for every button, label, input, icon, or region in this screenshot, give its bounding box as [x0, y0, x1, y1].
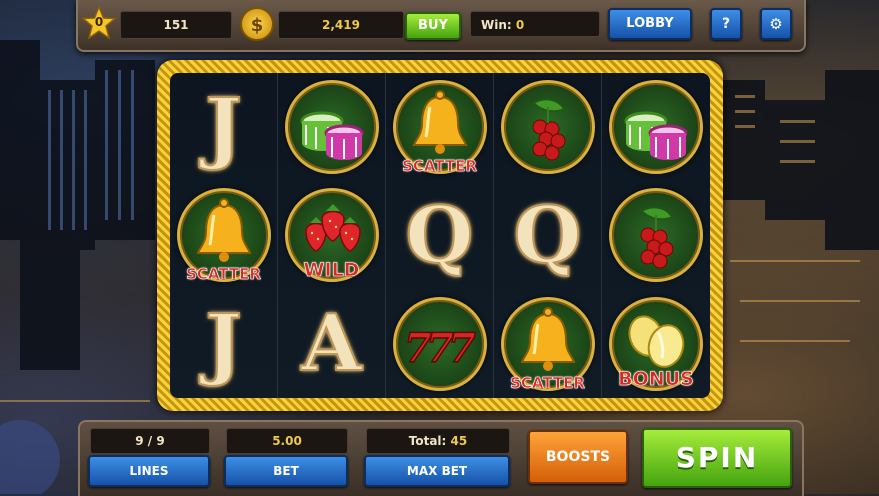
total-field: Total: 45 — [366, 428, 510, 454]
reel-cell: 777 — [386, 289, 494, 398]
boosts-button[interactable]: BOOSTS — [528, 430, 628, 484]
scatter-label: SCATTER — [402, 157, 477, 176]
max-bet-label: MAX BET — [406, 464, 468, 478]
letter-j-symbol: J — [204, 297, 243, 390]
sevens-symbol: 777 — [392, 296, 487, 391]
reel-cell: SCATTER — [386, 73, 494, 182]
reel-cell — [602, 73, 710, 181]
reel-cell: Q — [494, 181, 602, 290]
bet-button[interactable]: BET — [224, 455, 348, 487]
reel-cell: BONUS — [602, 290, 710, 398]
lobby-label: LOBBY — [626, 16, 674, 31]
stars-value: 151 — [163, 18, 189, 32]
top-bar: 0 151 $ 2,419 BUY Win: 0 LOBBY ? ⚙ — [76, 0, 806, 52]
strawberries-wild-symbol: WILD — [284, 188, 379, 283]
scatter-label: SCATTER — [186, 265, 261, 284]
lines-button[interactable]: LINES — [88, 455, 210, 487]
total-label: Total: — [408, 434, 447, 448]
cherries-symbol — [500, 80, 595, 175]
reel-cell — [278, 73, 386, 182]
letter-j-symbol: J — [204, 81, 243, 174]
spin-label: SPIN — [675, 441, 759, 474]
win-value: 0 — [515, 18, 525, 32]
bet-label: BET — [273, 464, 299, 478]
level-value: 0 — [94, 15, 104, 29]
lines-field: 9 / 9 — [90, 428, 210, 454]
lemons-bonus-symbol: BONUS — [609, 296, 703, 391]
total-value: 45 — [450, 434, 468, 448]
level-star-icon: 0 — [81, 5, 117, 40]
bell-scatter-symbol: SCATTER — [392, 80, 487, 175]
stars-field: 151 — [120, 11, 232, 39]
reel-cell: Q — [386, 181, 494, 290]
chips-symbol — [284, 80, 379, 175]
reel-cell: SCATTER — [494, 289, 602, 398]
boosts-label: BOOSTS — [545, 449, 611, 465]
svg-text:7: 7 — [448, 325, 476, 372]
scatter-label: SCATTER — [510, 373, 585, 393]
letter-q-symbol: Q — [513, 189, 583, 282]
letter-q-symbol: Q — [405, 189, 475, 282]
cherries-symbol — [609, 188, 703, 283]
reel-cell — [602, 181, 710, 289]
settings-button[interactable]: ⚙ — [760, 8, 792, 40]
lines-label: LINES — [129, 464, 169, 478]
bet-field: 5.00 — [226, 428, 348, 454]
bell-scatter-symbol: SCATTER — [500, 296, 595, 392]
lobby-button[interactable]: LOBBY — [608, 8, 692, 40]
reels-grid: J SCATTER SCATTER WILD Q Q J A 7 7 7 SCA… — [170, 73, 710, 398]
reel-cell — [494, 73, 602, 182]
bonus-label: BONUS — [618, 367, 694, 391]
win-label: Win: — [481, 18, 512, 32]
reel-cell: WILD — [278, 181, 386, 290]
lines-value: 9 / 9 — [135, 434, 165, 448]
chips-symbol — [609, 80, 703, 175]
help-button[interactable]: ? — [710, 8, 742, 40]
bet-value: 5.00 — [272, 434, 302, 448]
bell-scatter-symbol: SCATTER — [176, 188, 271, 284]
coins-field: 2,419 — [278, 11, 404, 39]
buy-button[interactable]: BUY — [405, 12, 461, 40]
reel-cell: SCATTER — [170, 181, 278, 290]
reel-cell: J — [170, 73, 278, 182]
buy-label: BUY — [418, 18, 448, 33]
spin-button[interactable]: SPIN — [642, 428, 792, 488]
max-bet-button[interactable]: MAX BET — [364, 455, 510, 487]
gear-icon: ⚙ — [769, 15, 783, 33]
help-label: ? — [721, 16, 731, 32]
bottom-bar: 9 / 9 LINES 5.00 BET Total: 45 MAX BET B… — [78, 420, 804, 496]
coins-value: 2,419 — [322, 18, 360, 32]
wild-label: WILD — [303, 259, 360, 282]
win-field: Win: 0 — [470, 11, 600, 37]
reel-cell: J — [170, 289, 278, 398]
coin-icon: $ — [240, 7, 274, 41]
reel-cell: A — [278, 289, 386, 398]
letter-a-symbol: A — [300, 297, 363, 390]
